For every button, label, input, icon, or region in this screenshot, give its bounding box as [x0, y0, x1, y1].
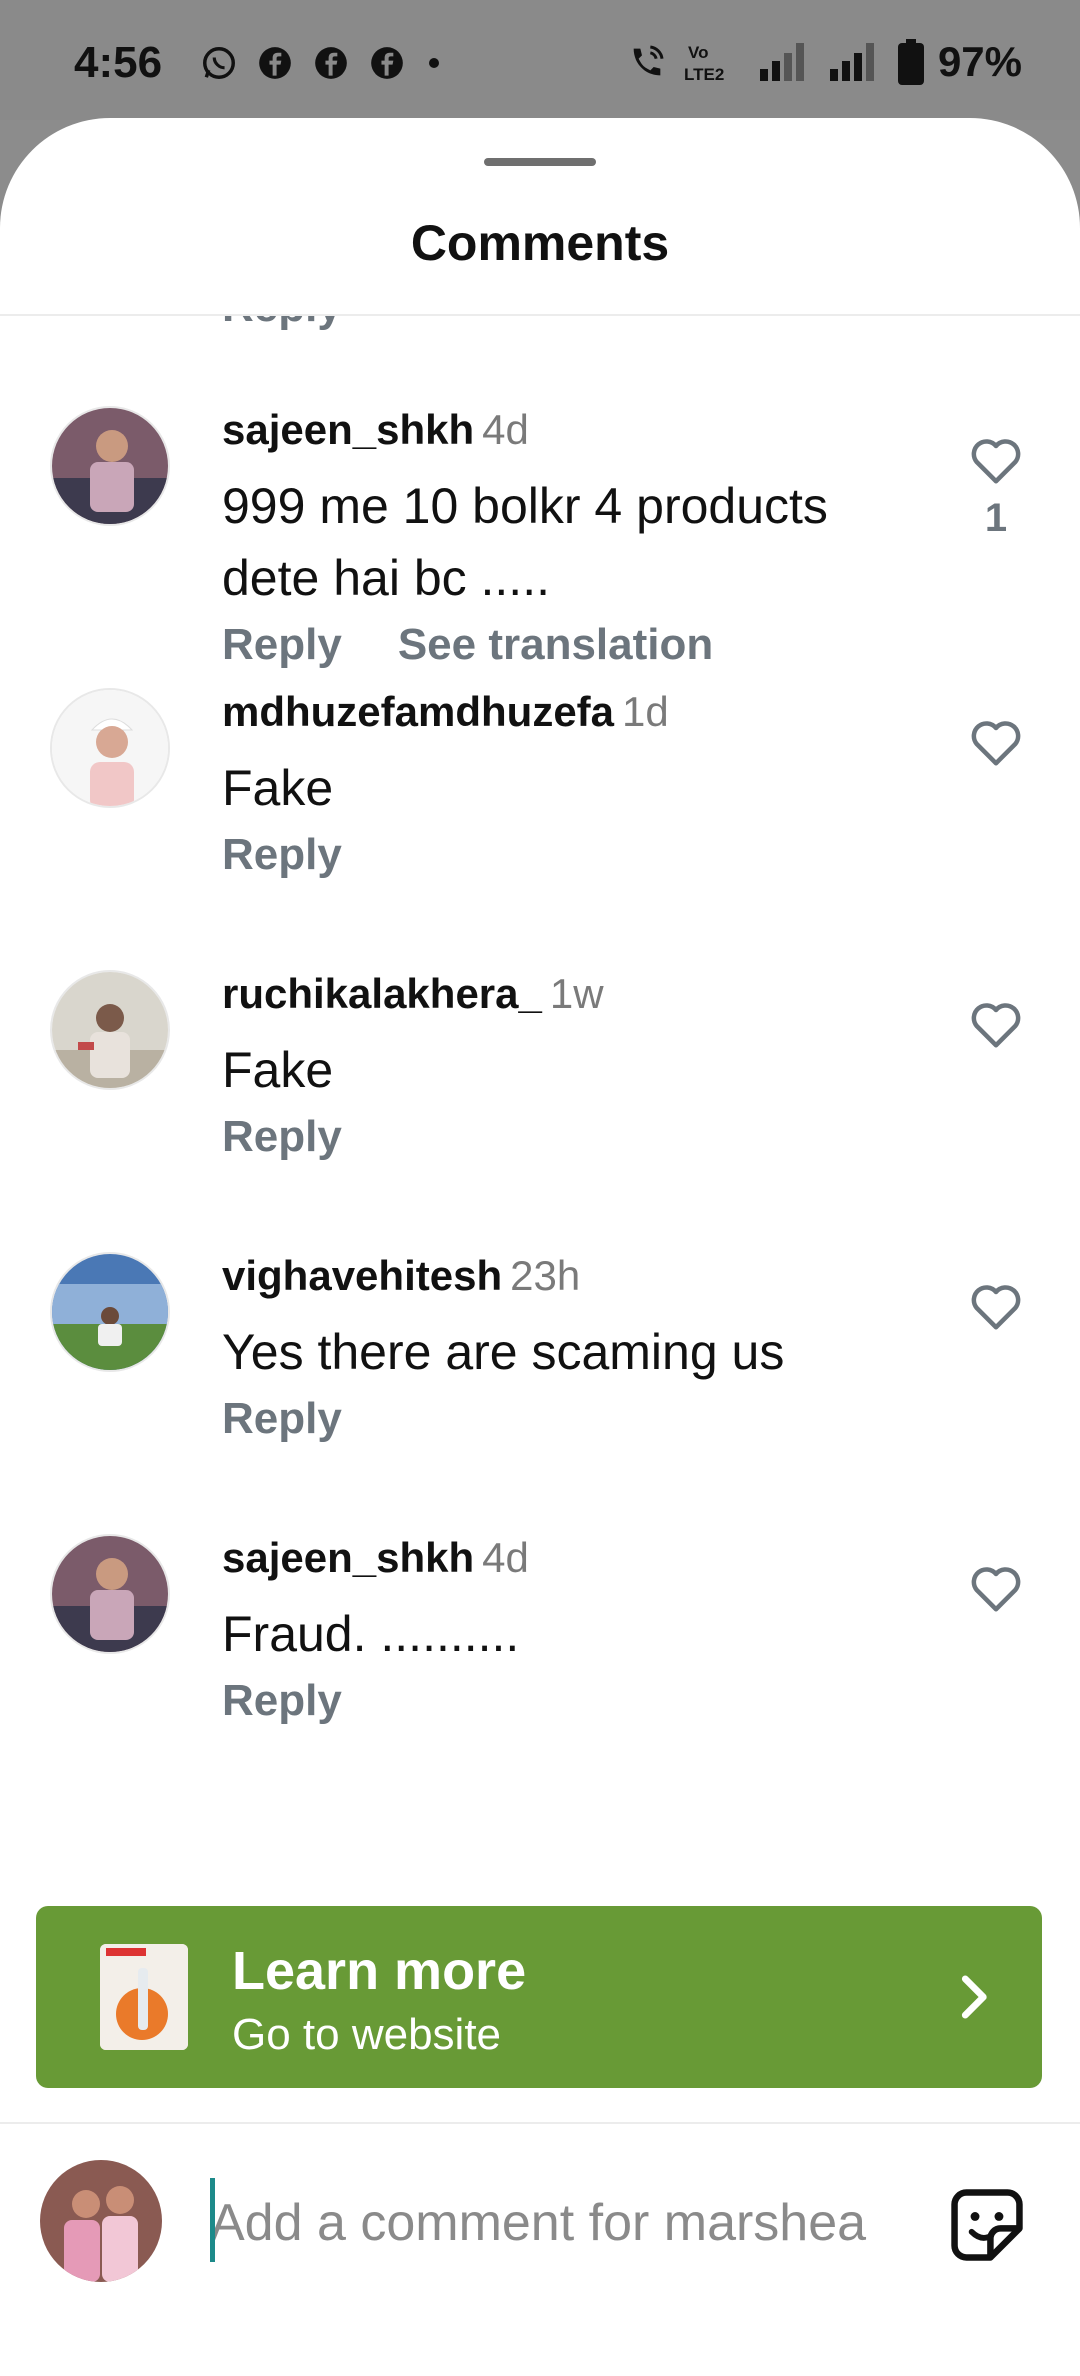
volte-icon: Vo LTE2 — [684, 43, 724, 84]
comment-actions: Reply — [222, 1112, 342, 1162]
reply-button[interactable]: Reply — [222, 1112, 342, 1162]
comment-actions: Reply See translation — [222, 620, 713, 670]
avatar[interactable] — [50, 1252, 170, 1372]
facebook-icon — [259, 47, 291, 79]
heart-icon[interactable] — [966, 994, 1026, 1054]
divider — [0, 2122, 1080, 2124]
reply-button[interactable]: Reply — [222, 316, 342, 332]
avatar[interactable] — [50, 688, 170, 808]
whatsapp-icon — [203, 47, 235, 79]
heart-icon[interactable] — [966, 712, 1026, 772]
heart-icon[interactable] — [966, 430, 1026, 490]
text-cursor — [210, 2178, 215, 2262]
system-indicators: Vo LTE2 97% — [624, 38, 1022, 86]
avatar[interactable] — [50, 406, 170, 526]
timestamp: 1d — [622, 688, 669, 735]
comment-input[interactable] — [210, 2180, 900, 2266]
chevron-right-icon — [961, 1975, 987, 2019]
comment-text: Yes there are scaming us — [222, 1324, 785, 1380]
comment-text: Fraud. .......... — [222, 1606, 520, 1662]
comment-header: sajeen_shkh 4d — [222, 1534, 529, 1582]
svg-text:Vo: Vo — [688, 43, 708, 62]
username[interactable]: sajeen_shkh — [222, 1534, 474, 1581]
sticker-icon[interactable] — [946, 2184, 1028, 2266]
signal-icon — [759, 43, 804, 81]
status-bar: 4:56 Vo LTE2 97% — [0, 0, 1080, 120]
comment-actions: Reply — [222, 1676, 342, 1726]
battery-percent: 97% — [937, 38, 1022, 85]
notification-icons — [200, 44, 444, 82]
see-translation-button[interactable]: See translation — [398, 620, 713, 670]
heart-icon[interactable] — [966, 1276, 1026, 1336]
comment-header: mdhuzefamdhuzefa 1d — [222, 688, 669, 736]
facebook-icon — [315, 47, 347, 79]
cta-title: Learn more — [232, 1941, 527, 2001]
comment-text: Fake — [222, 1042, 334, 1098]
reply-button[interactable]: Reply — [222, 830, 342, 880]
comments-sheet: Comments Reply sajeen_shkh4d 999 me 10 b… — [0, 118, 1080, 2376]
username[interactable]: sajeen_shkh — [222, 406, 474, 453]
heart-icon[interactable] — [966, 1558, 1026, 1618]
timestamp: 23h — [510, 1252, 581, 1299]
username[interactable]: mdhuzefamdhuzefa — [222, 688, 614, 735]
wifi-calling-icon — [633, 45, 664, 76]
svg-text:LTE2: LTE2 — [684, 65, 724, 84]
comment-header: sajeen_shkh 4d — [222, 406, 529, 454]
username[interactable]: ruchikalakhera_ — [222, 970, 542, 1017]
timestamp: 1w — [549, 970, 604, 1017]
learn-more-banner[interactable]: Learn more Go to website — [36, 1906, 1042, 2088]
comment-actions: Reply — [222, 1394, 342, 1444]
sheet-title: Comments — [410, 215, 670, 271]
avatar[interactable] — [50, 1534, 170, 1654]
status-time: 4:56 — [74, 38, 163, 87]
current-user-avatar — [40, 2160, 162, 2282]
comment-text: Fake — [222, 760, 334, 816]
product-thumbnail — [100, 1944, 188, 2050]
drag-handle[interactable] — [484, 158, 596, 166]
signal-icon — [829, 43, 874, 81]
avatar[interactable] — [50, 970, 170, 1090]
comment-actions: Reply — [222, 830, 342, 880]
timestamp: 4d — [482, 1534, 529, 1581]
timestamp: 4d — [482, 406, 529, 453]
cta-subtitle: Go to website — [232, 2010, 502, 2059]
like-count: 1 — [984, 496, 1008, 540]
comment-header: ruchikalakhera_ 1w — [222, 970, 604, 1018]
facebook-icon — [371, 47, 403, 79]
username[interactable]: vighavehitesh — [222, 1252, 502, 1299]
dot-icon — [429, 58, 439, 68]
battery-icon — [897, 39, 924, 85]
comment-text: 999 me 10 bolkr 4 products dete hai bc .… — [222, 478, 828, 606]
comment-header: vighavehitesh 23h — [222, 1252, 580, 1300]
comments-list[interactable]: Reply sajeen_shkh4d 999 me 10 bolkr 4 pr… — [0, 316, 1080, 2016]
reply-button[interactable]: Reply — [222, 1676, 342, 1726]
reply-button[interactable]: Reply — [222, 1394, 342, 1444]
reply-button[interactable]: Reply — [222, 620, 342, 670]
